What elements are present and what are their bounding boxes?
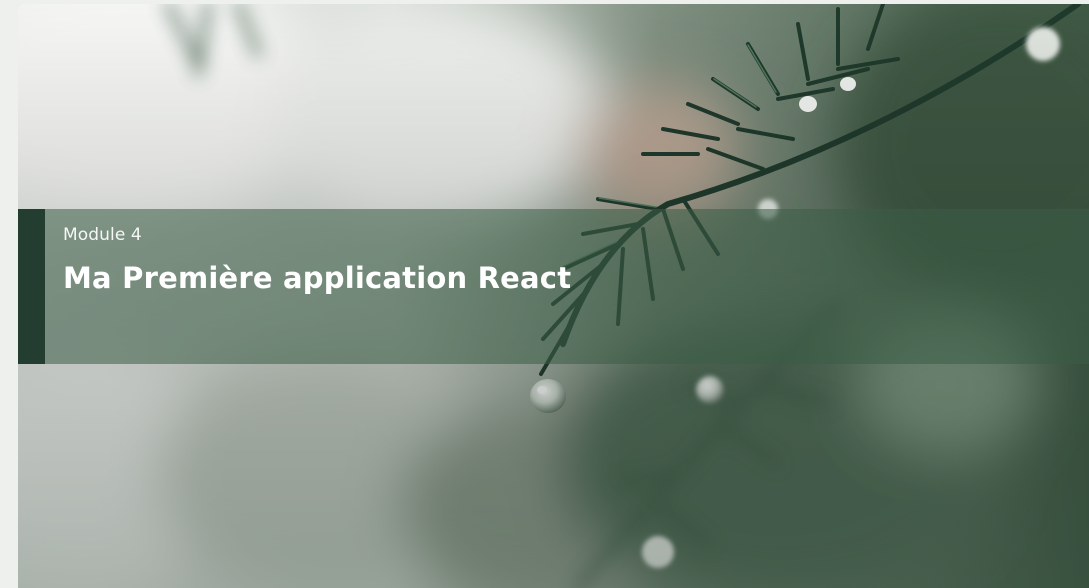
module-title[interactable]: Ma Première application React	[63, 261, 571, 295]
title-accent-bar	[18, 209, 45, 364]
page: Module 4 Ma Première application React	[0, 0, 1089, 588]
module-number-label: Module 4	[63, 225, 142, 245]
module-title-band: Module 4 Ma Première application React	[18, 209, 1089, 364]
module-card[interactable]: Module 4 Ma Première application React	[18, 4, 1089, 588]
